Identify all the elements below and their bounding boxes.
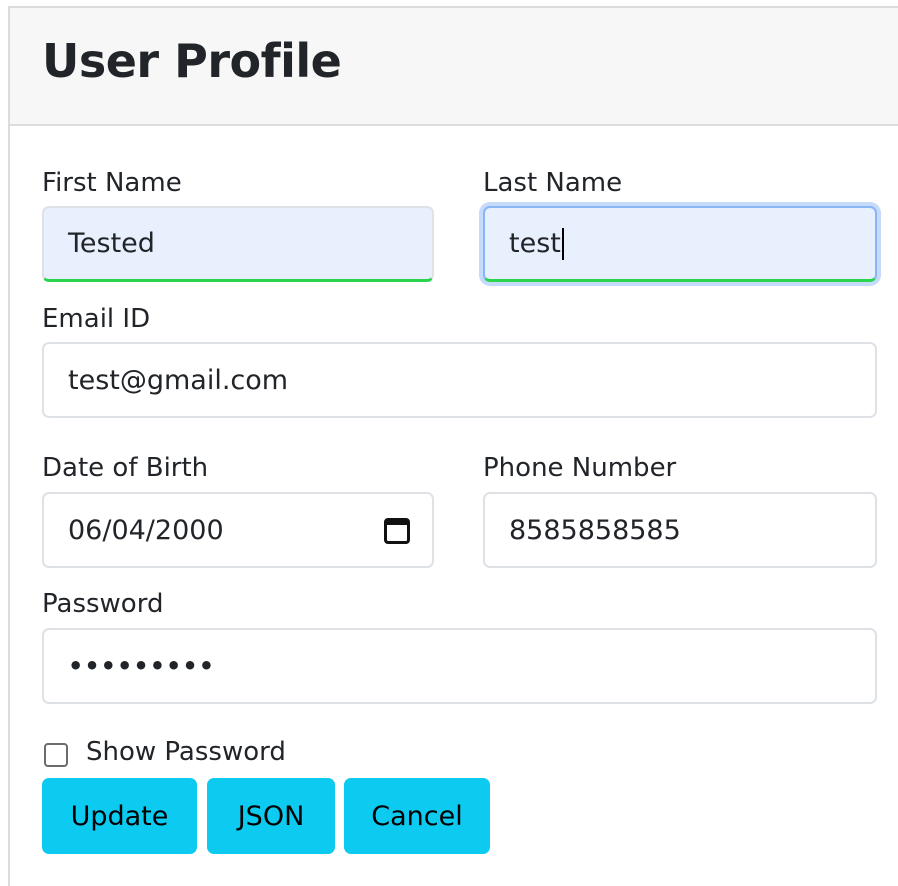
last-name-value: test (509, 228, 561, 259)
text-caret (561, 227, 564, 260)
dob-value: 06/04/2000 (68, 514, 224, 546)
show-password-label[interactable]: Show Password (86, 737, 286, 767)
dob-label: Date of Birth (42, 453, 209, 483)
phone-input[interactable]: 8585858585 (483, 492, 877, 568)
last-name-input[interactable]: test (483, 206, 877, 282)
phone-label: Phone Number (483, 453, 677, 483)
first-name-input[interactable]: Tested (42, 206, 434, 282)
email-label: Email ID (42, 304, 151, 334)
email-value: test@gmail.com (68, 364, 289, 396)
password-input[interactable]: ••••••••• (42, 628, 877, 704)
card-header: User Profile (10, 8, 898, 126)
first-name-label: First Name (42, 168, 182, 198)
page-title: User Profile (42, 34, 342, 88)
password-label: Password (42, 589, 164, 619)
dob-input[interactable]: 06/04/2000 (42, 492, 434, 568)
first-name-value: Tested (68, 228, 155, 259)
phone-value: 8585858585 (509, 514, 681, 546)
update-button[interactable]: Update (42, 778, 197, 854)
password-value: ••••••••• (68, 652, 216, 680)
email-input[interactable]: test@gmail.com (42, 342, 877, 418)
calendar-icon[interactable] (384, 518, 410, 544)
json-button[interactable]: JSON (207, 778, 335, 854)
show-password-checkbox[interactable] (44, 743, 68, 767)
last-name-label: Last Name (483, 168, 623, 198)
user-profile-card: User Profile First Name Tested Last Name… (8, 6, 898, 886)
cancel-button[interactable]: Cancel (344, 778, 490, 854)
